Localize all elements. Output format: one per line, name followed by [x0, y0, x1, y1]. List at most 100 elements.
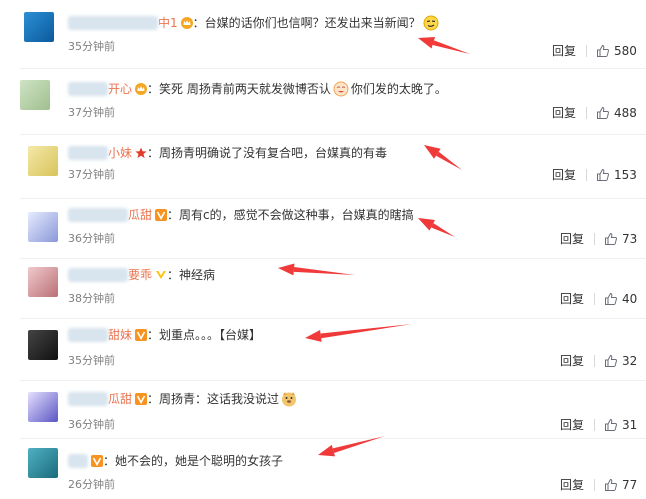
timestamp: 38分钟前	[68, 292, 115, 305]
timestamp: 37分钟前	[68, 168, 115, 181]
comment-line: 甜妹 ：划重点。。。【台媒】	[68, 326, 261, 344]
like-count: 73	[622, 232, 638, 246]
username-blur	[68, 208, 128, 222]
avatar[interactable]	[24, 12, 54, 42]
divider	[20, 198, 646, 199]
arrow-shaft	[320, 324, 412, 339]
avatar[interactable]	[28, 330, 58, 360]
like-count: 153	[614, 168, 637, 182]
avatar[interactable]	[28, 212, 58, 242]
reply-button[interactable]: 回复	[560, 417, 584, 433]
arrow-head	[318, 444, 336, 457]
avatar[interactable]	[28, 448, 58, 478]
thumbs-up-icon	[604, 232, 622, 246]
username-link[interactable]: 甜妹	[68, 326, 132, 344]
reply-button[interactable]: 回复	[552, 167, 576, 183]
reply-button[interactable]: 回复	[560, 353, 584, 369]
arrow-head	[418, 36, 436, 49]
username-text: 小妹	[108, 146, 133, 160]
username-link[interactable]: 要乖	[68, 266, 152, 284]
timestamp: 36分钟前	[68, 232, 115, 245]
arrow-shaft	[436, 151, 462, 170]
like-count: 580	[614, 44, 637, 58]
like-button[interactable]: 32	[604, 353, 637, 369]
username-blur	[68, 82, 108, 96]
username-link[interactable]: 瓜甜	[68, 390, 132, 408]
username-link[interactable]	[68, 454, 88, 468]
divider	[20, 438, 646, 439]
comment-text: ：周有c的，感觉不会做这种事，台媒真的瞎搞	[167, 208, 414, 222]
divider	[20, 380, 646, 381]
arrow-head	[418, 218, 435, 231]
comment-line: 要乖 ：神经病	[68, 266, 215, 284]
username-link[interactable]: 开心	[68, 80, 132, 98]
verified-badge-icon	[91, 455, 103, 467]
reply-button[interactable]: 回复	[552, 105, 576, 121]
like-button[interactable]: 488	[596, 105, 637, 121]
action-divider	[586, 45, 587, 57]
action-divider	[594, 233, 595, 245]
like-count: 32	[622, 354, 638, 368]
star-badge-icon	[135, 147, 147, 159]
username-blur	[68, 146, 108, 160]
thumbs-up-icon	[596, 44, 614, 58]
arrow-shaft	[432, 40, 470, 54]
divider	[20, 318, 646, 319]
comment-line: 瓜甜 ：周扬青：这话我没说过	[68, 390, 299, 408]
timestamp: 26分钟前	[68, 478, 115, 491]
like-button[interactable]: 77	[604, 477, 637, 493]
comment-text: ：神经病	[167, 268, 216, 282]
timestamp: 36分钟前	[68, 418, 115, 431]
like-button[interactable]: 31	[604, 417, 637, 433]
like-button[interactable]: 73	[604, 231, 637, 247]
thumbs-up-icon	[596, 168, 614, 182]
username-text: 瓜甜	[108, 392, 133, 406]
reply-button[interactable]: 回复	[560, 291, 584, 307]
comment-line: 小妹 ：周扬青明确说了没有复合吧，台媒真的有毒	[68, 144, 387, 162]
username-text: 中1	[158, 16, 178, 30]
thumbs-up-icon	[596, 106, 614, 120]
action-divider	[594, 419, 595, 431]
action-divider	[594, 355, 595, 367]
arrow-head	[278, 263, 295, 276]
username-text: 甜妹	[108, 328, 133, 342]
action-divider	[594, 479, 595, 491]
timestamp: 35分钟前	[68, 40, 115, 53]
verified-badge-icon	[135, 393, 148, 405]
avatar[interactable]	[28, 392, 58, 422]
comment-line: 中1 ：台媒的话你们也信啊？还发出来当新闻？	[68, 14, 441, 32]
comment-line: 瓜甜 ：周有c的，感觉不会做这种事，台媒真的瞎搞	[68, 206, 414, 224]
avatar[interactable]	[28, 146, 58, 176]
reply-button[interactable]: 回复	[552, 43, 576, 59]
avatar[interactable]	[28, 267, 58, 297]
username-link[interactable]: 小妹	[68, 144, 132, 162]
avatar[interactable]	[20, 80, 50, 110]
comment-text: ：划重点。。。【台媒】	[147, 328, 262, 342]
doge-emoji-icon	[279, 391, 299, 407]
username-link[interactable]: 中1	[68, 14, 178, 32]
comment-text: ：她不会的，她是个聪明的女孩子	[103, 454, 284, 468]
thumbs-up-icon	[604, 354, 622, 368]
username-blur	[68, 268, 128, 282]
like-count: 31	[622, 418, 638, 432]
username-blur	[68, 392, 108, 406]
like-count: 40	[622, 292, 638, 306]
action-divider	[586, 107, 587, 119]
thumbs-up-icon	[604, 292, 622, 306]
username-link[interactable]: 瓜甜	[68, 206, 152, 224]
arrow-head	[424, 145, 441, 159]
timestamp: 35分钟前	[68, 354, 115, 367]
like-button[interactable]: 580	[596, 43, 637, 59]
timestamp: 37分钟前	[68, 106, 115, 119]
username-blur	[68, 454, 88, 468]
reply-button[interactable]: 回复	[560, 477, 584, 493]
comment-text: ：笑死 周扬青前两天就发微博否认	[147, 82, 331, 96]
verified-badge-icon	[155, 209, 168, 221]
arrow-shaft	[431, 223, 455, 237]
verified-badge-icon	[135, 329, 148, 341]
divider	[20, 68, 646, 69]
comment-text: ：周扬青：这话我没说过	[147, 392, 280, 406]
reply-button[interactable]: 回复	[560, 231, 584, 247]
like-button[interactable]: 153	[596, 167, 637, 183]
like-button[interactable]: 40	[604, 291, 637, 307]
